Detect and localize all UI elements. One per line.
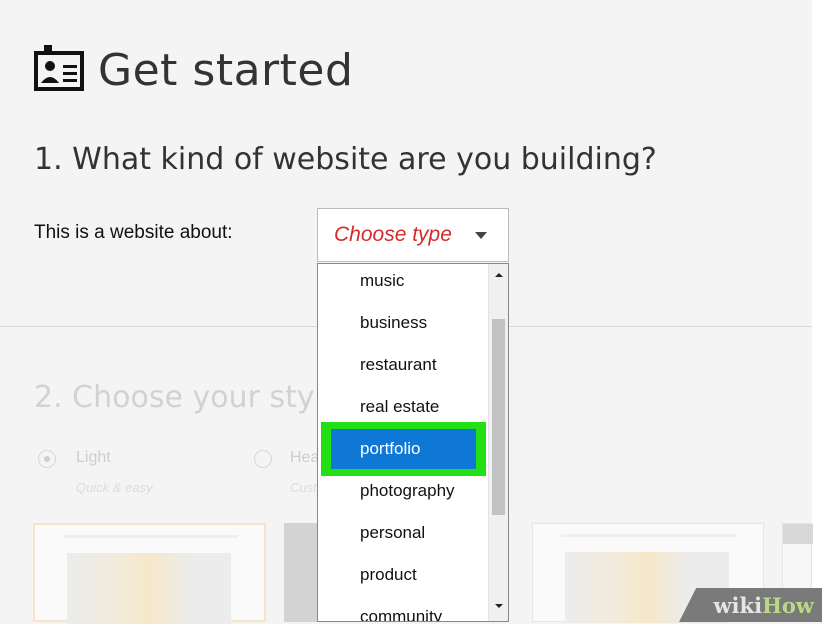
dropdown-scrollbar[interactable]	[488, 264, 508, 621]
option-light-sub: Quick & easy	[76, 480, 153, 495]
radio-heavy[interactable]	[254, 450, 272, 468]
step1-question: 1. What kind of website are you building…	[34, 142, 657, 177]
option-business[interactable]: business	[360, 306, 427, 340]
option-product[interactable]: product	[360, 558, 417, 592]
option-photography[interactable]: photography	[360, 474, 455, 508]
website-type-select[interactable]: Choose type	[317, 208, 509, 262]
wikihow-watermark: wiki How	[679, 588, 822, 622]
step2-title: 2. Choose your style	[34, 380, 317, 415]
thumbnail-header	[63, 535, 238, 538]
option-music[interactable]: music	[360, 264, 404, 298]
thumbnail-header	[783, 524, 813, 544]
scrollbar-thumb[interactable]	[492, 319, 505, 515]
caret-down-icon	[475, 232, 487, 239]
option-portfolio[interactable]: portfolio	[360, 432, 420, 466]
radio-light[interactable]	[38, 450, 56, 468]
option-light-label: Light	[76, 449, 111, 466]
option-restaurant[interactable]: restaurant	[360, 348, 437, 382]
page-title: Get started	[98, 44, 354, 96]
style-thumbnail-heavy[interactable]	[284, 523, 318, 622]
scroll-up-arrow-icon[interactable]	[489, 266, 508, 284]
option-real-estate[interactable]: real estate	[360, 390, 439, 424]
page-header: Get started	[34, 40, 353, 100]
watermark-part1: wiki	[713, 592, 763, 618]
website-type-dropdown[interactable]: music business restaurant real estate po…	[317, 263, 509, 622]
page-right-strip	[812, 0, 822, 622]
option-personal[interactable]: personal	[360, 516, 425, 550]
scroll-down-arrow-icon[interactable]	[489, 597, 508, 615]
contact-card-icon	[34, 45, 84, 91]
website-about-label: This is a website about:	[34, 222, 233, 243]
thumbnail-photo	[67, 553, 231, 624]
style-thumbnail-light[interactable]	[33, 523, 266, 624]
watermark-part2: How	[762, 592, 814, 618]
thumbnail-header	[561, 534, 736, 537]
select-value: Choose type	[334, 223, 452, 246]
option-community[interactable]: community	[360, 600, 442, 621]
